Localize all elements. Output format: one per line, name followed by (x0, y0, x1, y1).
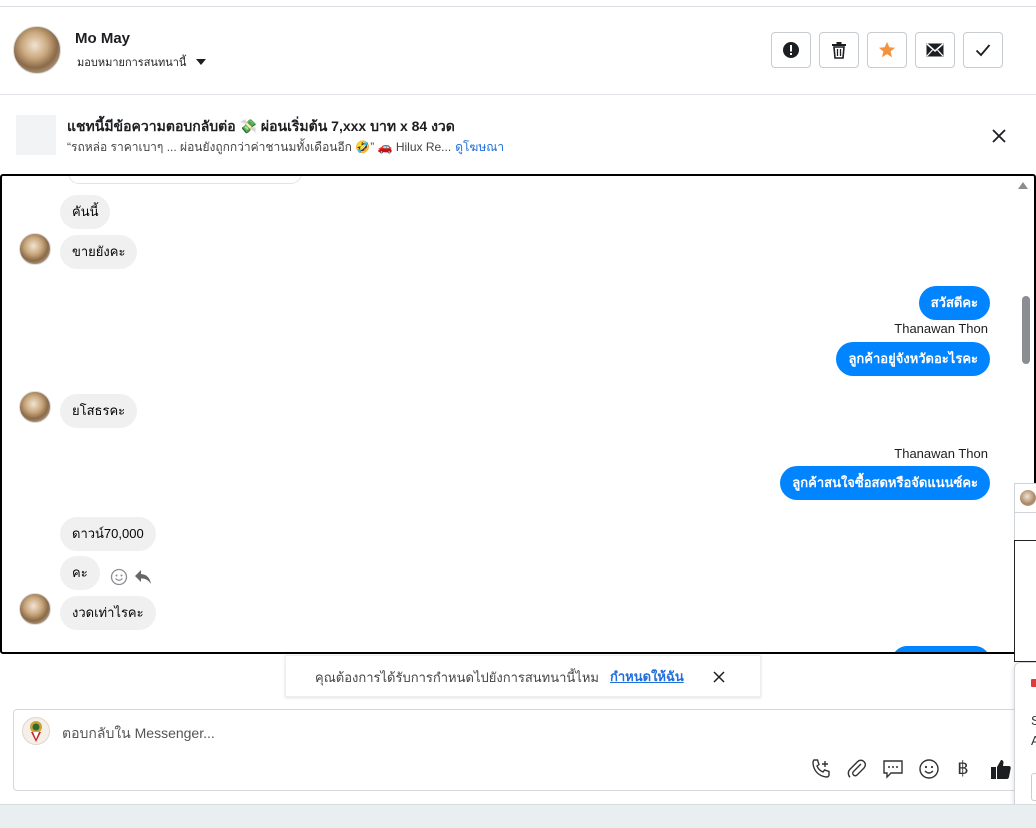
side-popup-button[interactable] (1031, 773, 1036, 801)
side-panel-strip (1014, 513, 1036, 541)
message-bubble-incoming[interactable]: ดาวน์70,000 (60, 517, 156, 551)
ad-reply-banner: แชทนี้มีข้อความตอบกลับต่อ 💸 ผ่อนเริ่มต้น… (0, 95, 1036, 174)
react-emoji-icon[interactable] (110, 568, 128, 586)
reply-composer: ฿ (13, 709, 1036, 791)
mark-unread-button[interactable] (915, 32, 955, 68)
contact-name[interactable]: Mo May (75, 30, 130, 47)
ad-subtitle-text: “รถหล่อ ราคาเบาๆ ... ผ่อนยังถูกกว่าค่าชา… (67, 140, 452, 154)
sender-avatar[interactable] (19, 593, 51, 625)
message-bubble-incoming[interactable]: ยโสธรคะ (60, 394, 138, 428)
check-icon (975, 44, 991, 57)
sender-name: Thanawan Thon (894, 446, 988, 461)
delete-button[interactable] (819, 32, 859, 68)
page-bottom-strip (0, 804, 1036, 828)
saved-reply-button[interactable] (880, 756, 906, 782)
message-bubble-incoming[interactable]: คันนี้ (60, 195, 111, 229)
caret-down-icon (196, 59, 207, 65)
mark-done-button[interactable] (963, 32, 1003, 68)
page-avatar (22, 717, 50, 745)
assign-dropdown[interactable]: มอบหมายการสนทนานี้ (77, 53, 207, 71)
message-thread[interactable]: คันนี้ ขายยังคะ สวัสดีคะ Thanawan Thon ล… (0, 174, 1036, 654)
sender-avatar[interactable] (19, 233, 51, 265)
message-bubble-outgoing[interactable]: ลูกค้าสนใจซื้อสดหรือจัดแนนซ์คะ (780, 466, 990, 500)
conversation-header: Mo May มอบหมายการสนทนานี้ (0, 7, 1036, 95)
alert-icon (783, 42, 799, 58)
side-panel-box (1014, 540, 1036, 662)
call-add-icon (812, 759, 830, 778)
thumbs-up-icon (991, 760, 1011, 779)
close-icon (992, 129, 1006, 143)
ad-subtitle: “รถหล่อ ราคาเบาๆ ... ผ่อนยังถูกกว่าค่าชา… (67, 138, 504, 157)
side-popup-icon (1031, 679, 1036, 687)
attachment-icon (847, 759, 867, 778)
message-actions (110, 568, 152, 586)
side-chat-head[interactable] (1014, 483, 1036, 513)
message-bubble-partial (892, 646, 990, 652)
assign-label: มอบหมายการสนทนานี้ (77, 57, 187, 69)
emoji-button[interactable] (916, 756, 942, 782)
message-bubble-outgoing[interactable]: ลูกค้าอยู่จังหวัดอะไรคะ (836, 342, 990, 376)
close-banner-button[interactable] (988, 125, 1010, 147)
spam-button[interactable] (771, 32, 811, 68)
star-icon (878, 41, 896, 58)
attach-button[interactable] (844, 756, 870, 782)
assign-prompt-text: คุณต้องการได้รับการกำหนดไปยังการสนทนานี้… (315, 670, 599, 685)
close-icon (713, 671, 725, 683)
assign-prompt: คุณต้องการได้รับการกำหนดไปยังการสนทนานี้… (285, 655, 761, 697)
like-button[interactable] (988, 756, 1014, 782)
view-ad-link[interactable]: ดูโฆษณา (455, 140, 504, 154)
message-bubble-incoming[interactable]: ขายยังคะ (60, 235, 138, 269)
message-bubble-outgoing[interactable]: สวัสดีคะ (918, 286, 990, 320)
sender-name: Thanawan Thon (894, 321, 988, 336)
ad-title: แชทนี้มีข้อความตอบกลับต่อ 💸 ผ่อนเริ่มต้น… (67, 118, 455, 134)
saved-reply-icon (883, 760, 903, 779)
sender-avatar[interactable] (19, 391, 51, 423)
scroll-up-arrow-icon[interactable] (1018, 182, 1028, 189)
trash-icon (832, 42, 846, 59)
baht-icon: ฿ (957, 758, 969, 779)
payment-button[interactable]: ฿ (950, 756, 976, 782)
message-bubble-incoming[interactable]: งวดเท่าไรคะ (60, 596, 156, 630)
call-button[interactable] (808, 756, 834, 782)
assign-to-me-link[interactable]: กำหนดให้ฉัน (610, 666, 684, 687)
assign-prompt-close-button[interactable] (709, 667, 729, 687)
reply-icon[interactable] (134, 569, 152, 585)
message-bubble-incoming[interactable]: คะ (60, 556, 100, 590)
side-popup-text-1: S (1031, 713, 1036, 728)
star-button[interactable] (867, 32, 907, 68)
side-popup-text-2: A (1031, 733, 1036, 748)
reply-input[interactable] (62, 722, 662, 744)
scroll-thumb[interactable] (1022, 296, 1030, 364)
side-chat-avatar (1020, 490, 1036, 506)
message-bubble-partial (68, 176, 302, 184)
contact-avatar[interactable] (13, 26, 61, 74)
ad-thumbnail (16, 115, 56, 155)
emoji-icon (919, 759, 939, 779)
page-logo-icon (30, 721, 42, 742)
side-popup-card: S A (1014, 662, 1036, 820)
envelope-icon (926, 43, 944, 57)
